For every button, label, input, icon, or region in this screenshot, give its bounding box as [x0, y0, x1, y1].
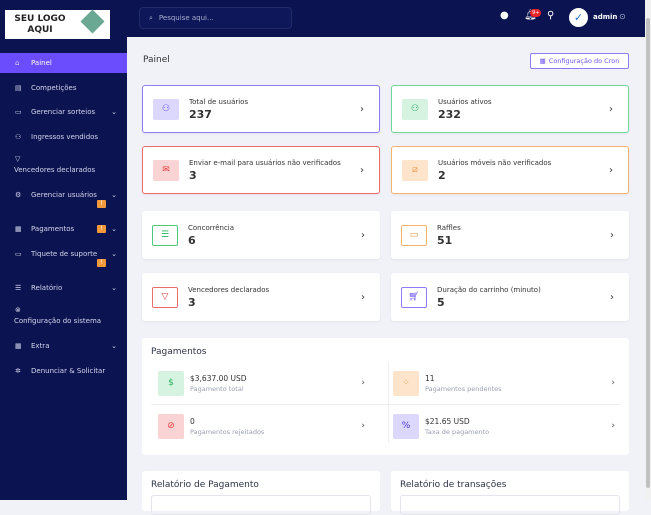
- chevron-right-icon: ›: [361, 378, 365, 388]
- sidebar-item-relatorio[interactable]: ☰ Relatório ⌄: [0, 279, 127, 297]
- logo-diamond-icon: [80, 9, 105, 34]
- sidebar-item-denunciar[interactable]: ✲ Denunciar & Solicitar: [0, 362, 127, 380]
- page-title: Painel: [143, 55, 170, 65]
- spinner-icon: ⁘: [393, 370, 419, 396]
- warning-badge: !: [97, 200, 106, 208]
- user-check-icon: ⚇: [402, 98, 428, 120]
- warning-badge: !: [97, 225, 106, 233]
- chevron-right-icon: ›: [361, 421, 365, 431]
- chevron-right-icon: ›: [360, 103, 364, 115]
- card-raffles[interactable]: ▭ Raffles 51 ›: [391, 211, 629, 259]
- bug-icon: ✲: [15, 367, 21, 375]
- payment-pending[interactable]: ⁘ 11 Pagamentos pendentes ›: [377, 362, 627, 404]
- chevron-right-icon: ›: [611, 378, 615, 388]
- ticket-icon: ▭: [15, 250, 22, 258]
- ticket-icon: ▭: [401, 224, 427, 246]
- user-icon: ⚇: [15, 133, 22, 141]
- topbar: ⌕Pesquise aqui... ● 🔔︎ 9+ ⚲ ✓ admin ⊙: [127, 0, 645, 37]
- sidebar-item-competicoes[interactable]: ▤ Competições: [0, 79, 127, 97]
- sidebar-item-extra[interactable]: ▦ Extra ⌄: [0, 337, 127, 355]
- card-email-unverified[interactable]: ✉ Enviar e-mail para usuários não verific…: [142, 146, 380, 194]
- globe-icon[interactable]: ●: [500, 10, 509, 21]
- chevron-right-icon: ›: [361, 291, 365, 303]
- transaction-report-panel: Relatório de transações: [391, 471, 629, 515]
- envelope-icon: ✉: [153, 159, 179, 181]
- home-icon: ⌂: [15, 59, 20, 67]
- sidebar-item-gerenciar-usuarios[interactable]: ⚙ Gerenciar usuários ⌄: [0, 186, 127, 204]
- payments-title: Pagamentos: [151, 347, 207, 357]
- chevron-down-icon: ⌄: [111, 191, 117, 199]
- trophy-icon: ▽: [152, 286, 178, 308]
- chevron-right-icon: ›: [611, 421, 615, 431]
- chevron-down-icon: ⌄: [111, 342, 117, 350]
- logo[interactable]: SEU LOGO AQUI: [5, 9, 110, 39]
- users-icon: ⚙: [15, 191, 22, 199]
- wrench-icon[interactable]: ⚲: [547, 10, 554, 21]
- sidebar-item-gerenciar-sorteios[interactable]: ▭ Gerenciar sorteios ⌄: [0, 103, 127, 121]
- payment-report-panel: Relatório de Pagamento: [142, 471, 380, 515]
- chevron-down-icon: ⌄: [111, 225, 117, 233]
- ban-icon: ⊘: [158, 413, 184, 439]
- card-cart-duration[interactable]: 🛒︎ Duração do carrinho (minuto) 5 ›: [391, 273, 629, 321]
- card-mobile-unverified[interactable]: ⧄ Usuários móveis não verificados 2 ›: [391, 146, 629, 194]
- list-icon: ☰: [15, 284, 22, 292]
- chevron-down-icon: ⌄: [111, 250, 117, 258]
- chevron-right-icon: ›: [609, 103, 613, 115]
- mobile-off-icon: ⧄: [402, 159, 428, 181]
- ticket-icon: ☰: [152, 224, 178, 246]
- chevron-right-icon: ›: [610, 229, 614, 241]
- warning-badge: !: [97, 259, 106, 267]
- sidebar-item-tiquete[interactable]: ▭ Tiquete de suporte ⌄: [0, 245, 127, 263]
- search-icon: ⌕: [149, 13, 153, 22]
- ticket-icon: ▤: [15, 84, 22, 92]
- cron-config-button[interactable]: ▦ Configuração do Cron: [530, 53, 629, 69]
- scrollbar[interactable]: [645, 0, 651, 500]
- chevron-down-icon: ⌄: [111, 284, 117, 292]
- calendar-icon: ▦: [539, 57, 546, 65]
- chevron-down-icon[interactable]: ⊙: [619, 12, 626, 21]
- grid-icon: ▦: [15, 342, 22, 350]
- payment-total[interactable]: $ $3,637.00 USD Pagamento total ›: [142, 362, 377, 404]
- chevron-right-icon: ›: [361, 229, 365, 241]
- chevron-down-icon: ⌄: [111, 108, 117, 116]
- card-concorrencia[interactable]: ☰ Concorrência 6 ›: [142, 211, 380, 259]
- chevron-right-icon: ›: [360, 164, 364, 176]
- card-active-users[interactable]: ⚇ Usuários ativos 232 ›: [391, 85, 629, 133]
- sidebar-item-configuracao[interactable]: ⊗ Configuração do sistema: [0, 306, 127, 330]
- chevron-right-icon: ›: [610, 291, 614, 303]
- card-total-users[interactable]: ⚇ Total de usuários 237 ›: [142, 85, 380, 133]
- sidebar-item-ingressos[interactable]: ⚇ Ingressos vendidos: [0, 128, 127, 146]
- percent-icon: %: [393, 413, 419, 439]
- notification-badge: 9+: [530, 9, 542, 17]
- money-hand-icon: $: [158, 370, 184, 396]
- payment-fee[interactable]: % $21.65 USD Taxa de pagamento ›: [377, 405, 627, 447]
- receipt-icon: ▦: [15, 225, 22, 233]
- card-icon: ▭: [15, 108, 22, 116]
- card-vencedores[interactable]: ▽ Vencedores declarados 3 ›: [142, 273, 380, 321]
- search-input[interactable]: ⌕ Pesquise aqui...: [139, 7, 292, 29]
- cart-icon: 🛒︎: [401, 286, 427, 308]
- users-icon: ⚇: [153, 98, 179, 120]
- chevron-right-icon: ›: [609, 164, 613, 176]
- sidebar: SEU LOGO AQUI ⌂ Painel ▤ Competições ▭ Gere…: [0, 0, 127, 500]
- user-name[interactable]: admin: [593, 13, 617, 21]
- payment-rejected[interactable]: ⊘ 0 Pagamentos rejeitados ›: [142, 405, 377, 447]
- payments-panel: Pagamentos $ $3,637.00 USD Pagamento total…: [142, 338, 629, 455]
- avatar[interactable]: ✓: [569, 8, 588, 27]
- sidebar-item-painel[interactable]: ⌂ Painel: [0, 53, 127, 73]
- sidebar-item-pagamentos[interactable]: ▦ Pagamentos ⌄: [0, 220, 127, 238]
- sidebar-item-vencedores[interactable]: ▽ Vencedores declarados: [0, 155, 127, 179]
- trophy-icon: ▽: [15, 155, 21, 163]
- gear-icon: ⊗: [15, 306, 21, 314]
